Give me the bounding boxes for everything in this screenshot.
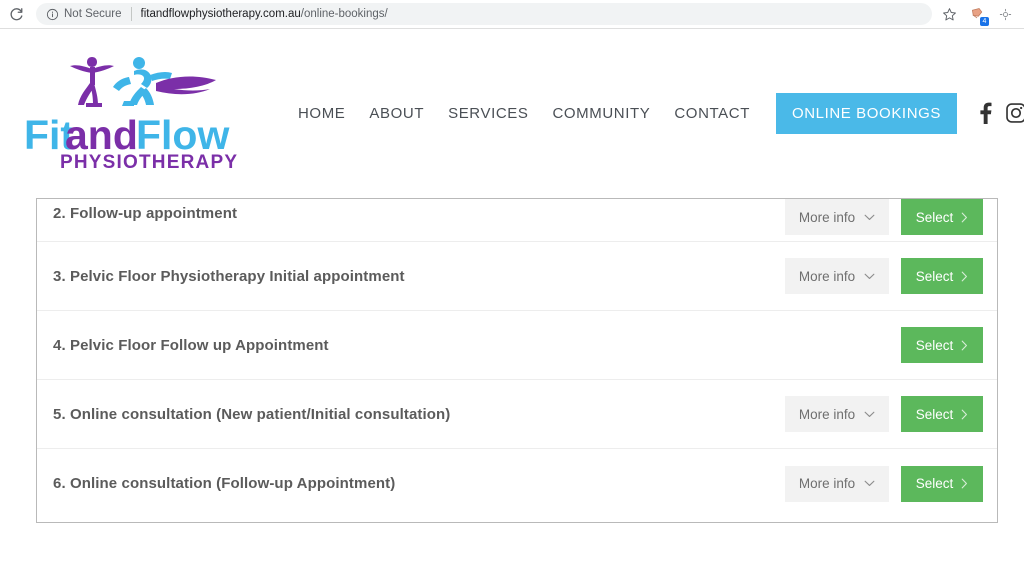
social-links	[977, 101, 1024, 125]
star-icon[interactable]	[936, 1, 962, 27]
logo-figures-icon	[70, 57, 216, 107]
url-text: fitandflowphysiotherapy.com.au/online-bo…	[141, 8, 388, 20]
booking-row[interactable]: 3. Pelvic Floor Physiotherapy Initial ap…	[37, 242, 997, 311]
site-header: Fit and Flow PHYSIOTHERAPY HOME ABOUT SE…	[0, 29, 1024, 197]
more-info-button[interactable]: More info	[785, 258, 889, 294]
select-button[interactable]: Select	[901, 258, 983, 294]
more-info-button[interactable]: More info	[785, 396, 889, 432]
address-bar[interactable]: Not Secure fitandflowphysiotherapy.com.a…	[36, 3, 932, 25]
svg-text:PHYSIOTHERAPY: PHYSIOTHERAPY	[60, 152, 238, 173]
site-security-chip[interactable]: Not Secure	[46, 8, 122, 21]
booking-row-actions: More info Select	[785, 258, 983, 294]
fitandflow-logo[interactable]: Fit and Flow PHYSIOTHERAPY	[22, 38, 254, 188]
booking-row-actions: More info Select	[785, 465, 983, 502]
booking-row-label: 6. Online consultation (Follow-up Appoin…	[53, 475, 396, 492]
omnibox-divider	[130, 7, 132, 21]
select-button[interactable]: Select	[901, 199, 983, 235]
more-info-label: More info	[798, 476, 856, 491]
browser-toolbar: Not Secure fitandflowphysiotherapy.com.a…	[0, 0, 1024, 29]
booking-row[interactable]: 2. Follow-up appointment More info Selec…	[37, 199, 997, 242]
booking-row-label: 4. Pelvic Floor Follow up Appointment	[53, 336, 329, 354]
chevron-right-icon	[961, 212, 968, 222]
chevron-right-icon	[961, 340, 968, 350]
main-navigation: HOME ABOUT SERVICES COMMUNITY CONTACT ON…	[286, 92, 958, 134]
info-circle-icon	[46, 8, 59, 20]
chevron-down-icon	[864, 480, 875, 486]
select-label: Select	[915, 337, 954, 353]
chevron-right-icon	[961, 478, 968, 489]
reload-icon[interactable]	[2, 0, 30, 28]
select-button[interactable]: Select	[901, 327, 983, 363]
nav-services[interactable]: SERVICES	[436, 105, 540, 122]
select-label: Select	[915, 406, 954, 422]
nav-about[interactable]: ABOUT	[357, 105, 436, 122]
more-info-label: More info	[798, 406, 856, 422]
chevron-down-icon	[864, 411, 875, 417]
chevron-right-icon	[961, 409, 968, 419]
more-info-label: More info	[798, 268, 856, 284]
booking-row[interactable]: 4. Pelvic Floor Follow up Appointment Se…	[37, 311, 997, 380]
online-bookings-button[interactable]: ONLINE BOOKINGS	[775, 92, 958, 134]
booking-row[interactable]: 5. Online consultation (New patient/Init…	[37, 380, 997, 449]
more-info-label: More info	[798, 209, 856, 225]
browser-actions: 4	[936, 1, 1024, 27]
booking-services-panel: 2. Follow-up appointment More info Selec…	[36, 198, 998, 523]
booking-row-actions: More info Select	[785, 396, 983, 432]
logo-wordmark: Fit and Flow PHYSIOTHERAPY	[24, 113, 238, 173]
select-button[interactable]: Select	[901, 396, 983, 432]
booking-row-label: 2. Follow-up appointment	[53, 205, 238, 222]
instagram-icon[interactable]	[1005, 102, 1024, 124]
extension-badge: 4	[980, 17, 989, 26]
booking-row-actions: More info Select	[785, 199, 983, 235]
nav-contact[interactable]: CONTACT	[662, 105, 762, 122]
more-info-button[interactable]: More info	[785, 465, 889, 502]
select-button[interactable]: Select	[901, 465, 983, 502]
more-options-icon[interactable]	[992, 1, 1018, 27]
booking-row-label: 5. Online consultation (New patient/Init…	[53, 405, 451, 423]
more-info-button[interactable]: More info	[785, 199, 889, 235]
booking-row-label: 3. Pelvic Floor Physiotherapy Initial ap…	[53, 267, 405, 285]
select-label: Select	[915, 268, 954, 284]
facebook-icon[interactable]	[977, 101, 993, 125]
booking-row[interactable]: 6. Online consultation (Follow-up Appoin…	[37, 449, 997, 518]
nav-home[interactable]: HOME	[286, 105, 357, 122]
select-label: Select	[915, 209, 954, 225]
url-path: /online-bookings/	[300, 8, 388, 20]
select-label: Select	[915, 476, 954, 491]
nav-community[interactable]: COMMUNITY	[540, 105, 662, 122]
extension-icon[interactable]: 4	[964, 1, 990, 27]
url-domain: fitandflowphysiotherapy.com.au	[140, 8, 301, 20]
security-label: Not Secure	[64, 8, 122, 20]
chevron-right-icon	[961, 271, 968, 281]
booking-row-actions: Select	[901, 327, 983, 363]
chevron-down-icon	[864, 273, 875, 279]
chevron-down-icon	[864, 214, 875, 220]
